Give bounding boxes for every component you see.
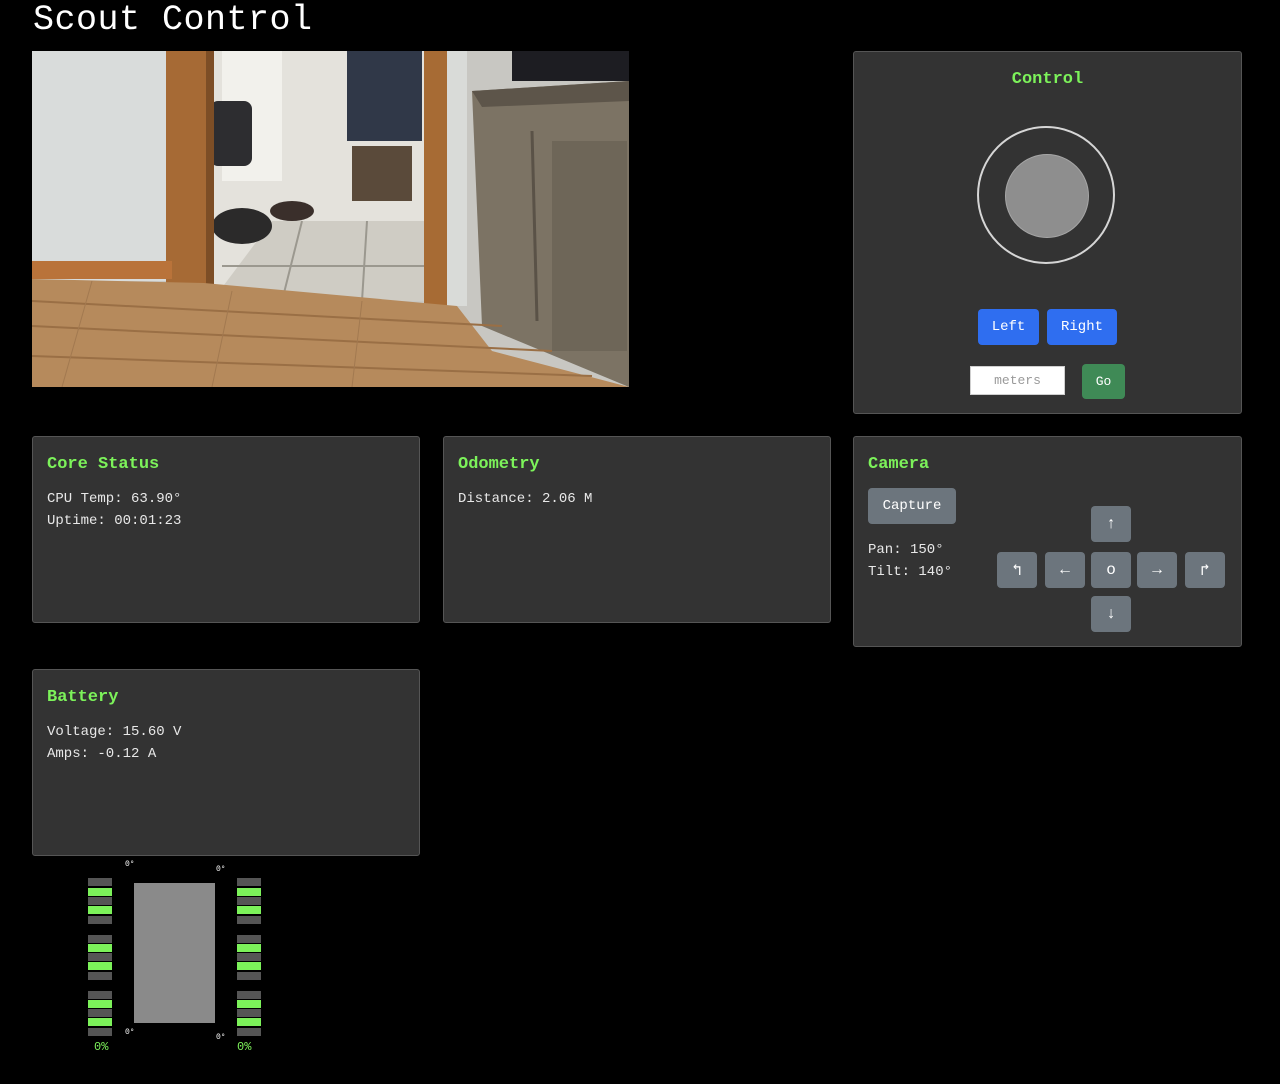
led-segment (88, 1028, 112, 1036)
joystick-knob[interactable] (1005, 154, 1089, 238)
led-segment (237, 897, 261, 905)
go-button[interactable]: Go (1082, 364, 1125, 399)
odometry-title: Odometry (458, 455, 540, 474)
tilt-value: Tilt: 140° (868, 564, 953, 580)
pan-full-right-button[interactable]: ↱ (1185, 552, 1225, 588)
led-segment (88, 935, 112, 943)
control-title: Control (1011, 70, 1084, 89)
led-segment (237, 888, 261, 896)
direction-indicator (134, 883, 215, 1023)
led-segment (88, 897, 112, 905)
capture-button[interactable]: Capture (868, 488, 956, 524)
led-segment (237, 991, 261, 999)
led-segment (237, 1009, 261, 1017)
led-segment (237, 935, 261, 943)
camera-panel: Camera Capture Pan: 150° Tilt: 140° ↑ ↰ … (853, 436, 1242, 647)
led-segment (237, 1000, 261, 1008)
pan-full-left-button[interactable]: ↰ (997, 552, 1037, 588)
led-segment (88, 1000, 112, 1008)
led-segment (88, 953, 112, 961)
tilt-down-button[interactable]: ↓ (1091, 596, 1131, 632)
right-motor-percent: 0% (237, 1040, 252, 1054)
pan-value: Pan: 150° (868, 542, 944, 558)
center-camera-button[interactable]: o (1091, 552, 1131, 588)
led-segment (88, 944, 112, 952)
pan-left-button[interactable]: ← (1045, 552, 1085, 588)
core-status-title: Core Status (47, 455, 160, 474)
left-motor-percent: 0% (94, 1040, 109, 1054)
cpu-temp: CPU Temp: 63.90° (47, 491, 182, 507)
left-motor-leds (88, 878, 112, 1038)
app-title: Scout Control (33, 0, 313, 40)
led-segment (237, 916, 261, 924)
meters-input[interactable] (970, 366, 1065, 395)
joystick[interactable] (977, 126, 1115, 264)
left-top-angle: 0° (125, 860, 135, 869)
led-segment (237, 972, 261, 980)
odometry-panel: Odometry Distance: 2.06 M (443, 436, 831, 623)
led-segment (88, 962, 112, 970)
control-panel: Control Left Right Go (853, 51, 1242, 414)
motor-gauge: 0° 0° 0° 0° 0% 0% (80, 858, 280, 1058)
led-segment (88, 1009, 112, 1017)
led-segment (237, 944, 261, 952)
led-segment (237, 906, 261, 914)
led-segment (88, 878, 112, 886)
turn-right-button[interactable]: Right (1047, 309, 1117, 345)
led-segment (237, 962, 261, 970)
led-segment (88, 991, 112, 999)
right-motor-leds (237, 878, 261, 1038)
left-bottom-angle: 0° (125, 1028, 135, 1037)
page: Scout Control Control Left Right meters … (0, 0, 1280, 1084)
right-bottom-angle: 0° (216, 1033, 226, 1042)
uptime: Uptime: 00:01:23 (47, 513, 182, 529)
camera-title: Camera (868, 455, 930, 474)
voltage: Voltage: 15.60 V (47, 724, 182, 740)
led-segment (88, 888, 112, 896)
core-status-panel: Core Status CPU Temp: 63.90° Uptime: 00:… (32, 436, 420, 623)
led-segment (237, 1018, 261, 1026)
battery-title: Battery (47, 688, 119, 707)
led-segment (88, 916, 112, 924)
tilt-up-button[interactable]: ↑ (1091, 506, 1131, 542)
led-segment (88, 906, 112, 914)
right-top-angle: 0° (216, 865, 226, 874)
led-segment (237, 878, 261, 886)
led-segment (237, 1028, 261, 1036)
camera-feed (32, 51, 629, 387)
amps: Amps: -0.12 A (47, 746, 157, 762)
led-segment (88, 1018, 112, 1026)
turn-left-button[interactable]: Left (978, 309, 1039, 345)
led-segment (237, 953, 261, 961)
battery-panel: Battery Voltage: 15.60 V Amps: -0.12 A (32, 669, 420, 856)
led-segment (88, 972, 112, 980)
distance: Distance: 2.06 M (458, 491, 593, 507)
pan-right-button[interactable]: → (1137, 552, 1177, 588)
